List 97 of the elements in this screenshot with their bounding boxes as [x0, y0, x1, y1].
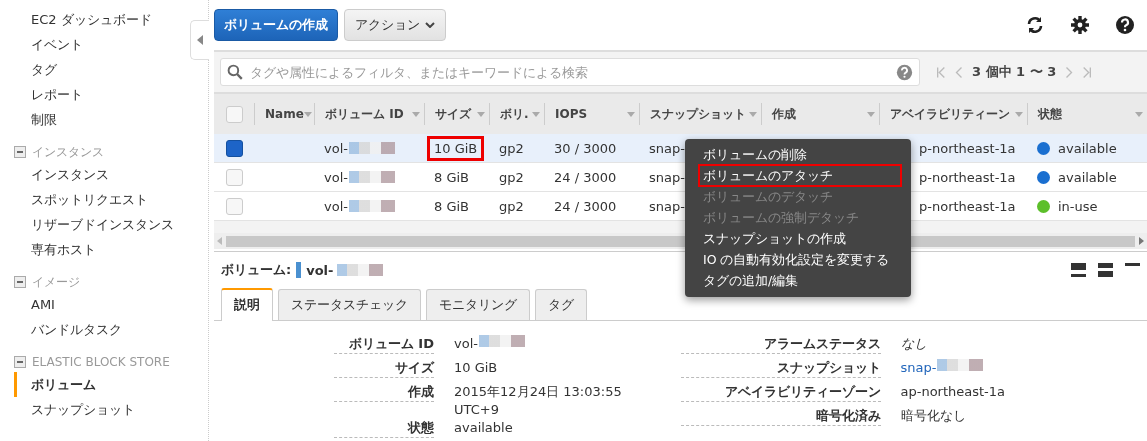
sidebar-toggle[interactable] [190, 20, 209, 60]
section-heading: インスタンス [32, 143, 104, 161]
menu-item[interactable]: タグの追加/編集 [699, 270, 901, 291]
table-cell-text: 8 GiB [433, 168, 470, 187]
column-header[interactable]: ボリューム ID [314, 103, 424, 125]
redacted-id [348, 200, 395, 212]
tab[interactable]: タグ [535, 289, 587, 320]
section-heading: イメージ [32, 273, 80, 291]
sidebar-item[interactable]: バンドルタスク [0, 317, 184, 342]
sidebar-item[interactable]: リザーブドインスタンス [0, 212, 184, 237]
field-value: なし [900, 335, 927, 353]
volume-id: vol- [306, 262, 334, 278]
sidebar-item[interactable]: インスタンス [0, 162, 184, 187]
field-label: 作成 [334, 383, 434, 402]
sidebar-item[interactable]: EC2 ダッシュボード [0, 7, 184, 32]
layout-icon[interactable] [1098, 263, 1113, 277]
table-cell-text: 8 GiB [433, 197, 470, 216]
redacted-id [337, 264, 384, 276]
field-label: 状態 [334, 419, 434, 438]
pagination-label: 3 個中 1 〜 3 [972, 63, 1057, 81]
sidebar-item[interactable]: レポート [0, 82, 184, 107]
search-field[interactable]: タグや属性によるフィルタ、またはキーワードによる検索 [248, 63, 891, 81]
row-checkbox[interactable] [225, 139, 243, 157]
column-header[interactable]: 状態 [1027, 103, 1147, 125]
select-all-checkbox[interactable] [225, 105, 243, 123]
field-label: アベイラビリティーゾーン [680, 383, 881, 402]
table-cell: snap- [649, 198, 685, 214]
column-header[interactable]: IOPS [544, 103, 639, 125]
search-bar[interactable]: タグや属性によるフィルタ、またはキーワードによる検索 [220, 58, 920, 86]
actions-button[interactable]: アクション [344, 9, 446, 41]
table-cell: 24 / 3000 [554, 198, 617, 214]
field-value: available [454, 419, 513, 437]
table-cell: snap- [649, 140, 685, 156]
field-value: 暗号化なし [900, 407, 966, 425]
table-cell: vol- [324, 169, 348, 185]
table-cell: gp2 [499, 169, 524, 185]
create-volume-button[interactable]: ボリュームの作成 [214, 9, 338, 41]
table-cell: p-northeast-1a [919, 140, 1016, 156]
volume-marker [296, 262, 302, 278]
help-icon[interactable] [1115, 15, 1135, 35]
menu-item[interactable]: スナップショットの作成 [699, 228, 901, 249]
search-icon [227, 64, 243, 80]
redacted-id [348, 171, 395, 183]
table-cell: gp2 [499, 140, 524, 156]
tab[interactable]: 説明 [221, 288, 273, 321]
redacted-id [478, 335, 525, 347]
redacted-id [937, 359, 984, 371]
settings-icon[interactable] [1070, 15, 1090, 35]
sidebar-item[interactable]: イベント [0, 32, 184, 57]
layout-icon[interactable] [1071, 263, 1086, 277]
column-header[interactable]: ボリ. [489, 103, 544, 125]
table-cell: 10 GiB [427, 135, 485, 161]
field-value: 10 GiB [454, 359, 498, 377]
menu-item[interactable]: ボリュームのアタッチ [699, 165, 901, 186]
collapse-icon[interactable] [14, 356, 26, 368]
field-label: サイズ [334, 359, 434, 378]
field-label: ボリューム ID [334, 335, 434, 354]
sidebar-item[interactable]: AMI [0, 292, 184, 317]
column-header[interactable]: 作成 [761, 103, 879, 125]
collapse-icon[interactable] [14, 146, 26, 158]
column-header[interactable]: アベイラビリティーン [879, 103, 1027, 125]
table-cell: 30 / 3000 [554, 140, 617, 156]
snapshot-link[interactable]: snap- [900, 359, 937, 377]
column-header[interactable]: スナップショット [639, 103, 761, 125]
table-cell: 24 / 3000 [554, 169, 617, 185]
table-cell: available [1058, 169, 1117, 185]
field-value: vol- [454, 335, 478, 353]
menu-item[interactable]: ボリュームの削除 [699, 144, 901, 165]
sidebar-item[interactable]: タグ [0, 57, 184, 82]
table-cell: vol- [324, 198, 348, 214]
section-heading: ELASTIC BLOCK STORE [32, 355, 170, 369]
redacted-id [348, 142, 395, 154]
sidebar-item[interactable]: 専有ホスト [0, 237, 184, 262]
detail-title: ボリューム: [221, 261, 292, 279]
sidebar-item[interactable]: 制限 [0, 107, 184, 132]
column-header[interactable]: Name [254, 103, 314, 125]
field-label: スナップショット [680, 359, 881, 378]
table-cell: p-northeast-1a [919, 169, 1016, 185]
collapse-icon[interactable] [14, 276, 26, 288]
table-cell: gp2 [499, 198, 524, 214]
field-label: アラームステータス [680, 335, 881, 354]
tab[interactable]: ステータスチェック [278, 289, 421, 320]
sidebar-item[interactable]: ボリューム [14, 372, 184, 397]
table-cell: snap- [649, 169, 685, 185]
field-value: ap-northeast-1a [900, 383, 1006, 401]
field-label: 暗号化済み [680, 407, 881, 426]
refresh-icon[interactable] [1025, 15, 1045, 35]
table-cell: in-use [1058, 198, 1098, 214]
caret-icon [425, 22, 435, 28]
tab[interactable]: モニタリング [426, 289, 530, 320]
table-cell: available [1058, 140, 1117, 156]
table-cell: vol- [324, 140, 348, 156]
table-cell: p-northeast-1a [919, 198, 1016, 214]
column-header[interactable]: サイズ [424, 103, 489, 125]
sidebar-item[interactable]: スナップショット [0, 397, 184, 422]
sidebar-item[interactable]: スポットリクエスト [0, 187, 184, 212]
menu-item[interactable]: IO の自動有効化設定を変更する [699, 249, 901, 270]
